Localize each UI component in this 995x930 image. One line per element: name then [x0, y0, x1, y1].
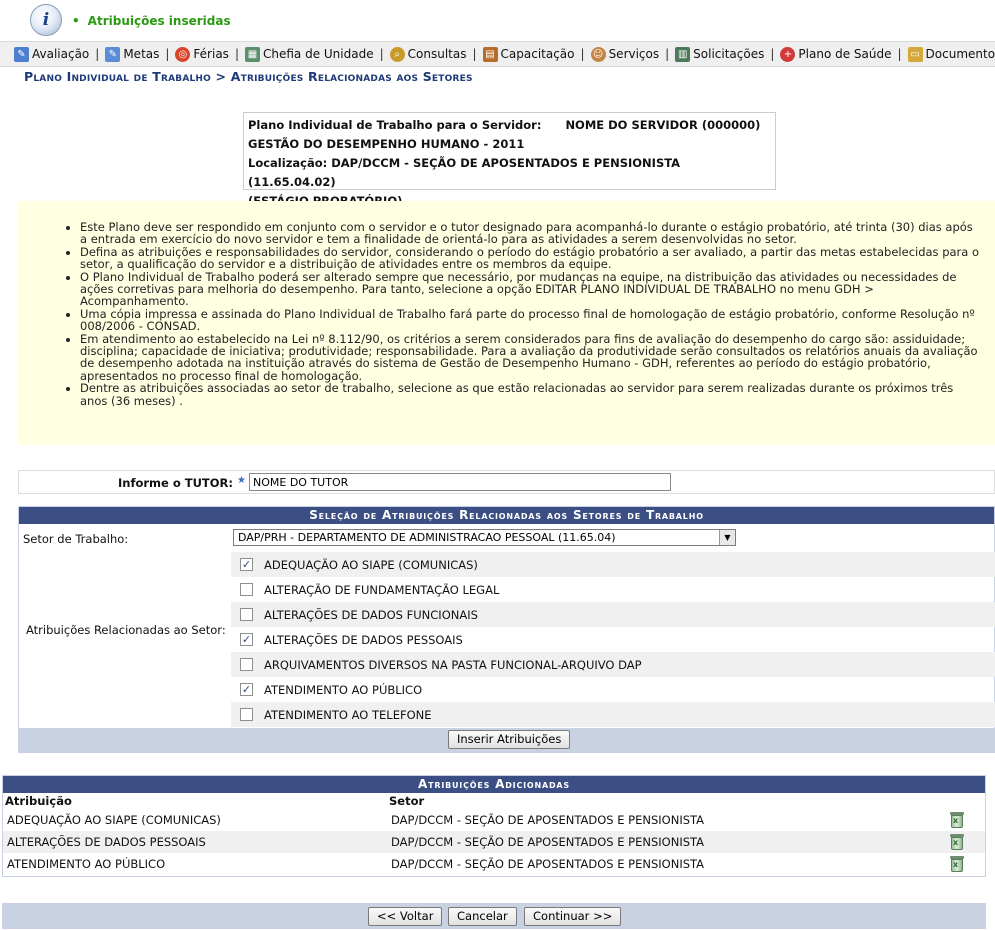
setor-label: Setor de Trabalho:: [23, 532, 129, 546]
setor-select[interactable]: DAP/PRH - DEPARTAMENTO DE ADMINISTRACAO …: [233, 529, 736, 546]
instruction-item: Em atendimento ao estabelecido na Lei nº…: [80, 333, 981, 383]
module-menu: ✎ Avaliação | ✎ Metas | ◎ Férias | ▦ Chefia de …: [0, 41, 995, 67]
menu-item-chefia[interactable]: ▦ Chefia de Unidade: [244, 46, 374, 62]
table-header: Atribuição Setor: [3, 793, 985, 809]
attribution-option[interactable]: ✓ ALTERAÇÕES DE DADOS PESSOAIS: [231, 627, 995, 652]
tutor-row: Informe o TUTOR: ★: [18, 470, 995, 494]
magnifier-icon: ⌕: [389, 46, 405, 62]
folder-icon: ▭: [907, 46, 923, 62]
book-icon: ▤: [482, 46, 498, 62]
server-line-2: GESTÃO DO DESEMPENHO HUMANO - 2011: [248, 137, 525, 151]
attribution-checkbox[interactable]: [240, 708, 253, 721]
attribution-checklist: ✓ ADEQUAÇÃO AO SIAPE (COMUNICAS) ALTERAÇÃ…: [231, 552, 995, 727]
lifebuoy-icon: ◎: [175, 46, 191, 62]
menu-item-metas[interactable]: ✎ Metas: [105, 46, 159, 62]
breadcrumb: Plano Individual de Trabalho > Atribuiçõ…: [24, 69, 473, 84]
menu-item-servicos[interactable]: ☺ Serviços: [590, 46, 659, 62]
menu-item-solicitacoes[interactable]: ▥ Solicitações: [675, 46, 764, 62]
instruction-item: Este Plano deve ser respondido em conjun…: [80, 221, 981, 246]
selection-footer: Inserir Atribuições: [19, 728, 994, 752]
server-line-1: Plano Individual de Trabalho para o Serv…: [248, 118, 761, 132]
instruction-item: O Plano Individual de Trabalho poderá se…: [80, 270, 981, 308]
success-message-text: Atribuições inseridas: [72, 14, 231, 28]
attributions-label: Atribuições Relacionadas ao Setor:: [26, 623, 226, 637]
org-chart-icon: ▦: [244, 46, 260, 62]
menu-item-ferias[interactable]: ◎ Férias: [175, 46, 229, 62]
column-header-attribution: Atribuição: [5, 794, 72, 808]
added-attributions-table: Atribuições Adicionadas Atribuição Setor…: [2, 775, 986, 877]
trash-icon[interactable]: x: [950, 834, 964, 850]
instruction-item: Dentre as atribuições associadas ao seto…: [80, 382, 981, 407]
attribution-option[interactable]: ✓ ADEQUAÇÃO AO SIAPE (COMUNICAS): [231, 552, 995, 577]
health-cross-icon: +: [780, 46, 796, 62]
server-location: Localização: DAP/DCCM - SEÇÃO DE APOSENT…: [248, 156, 681, 189]
trash-icon[interactable]: x: [950, 812, 964, 828]
added-caption: Atribuições Adicionadas: [3, 776, 985, 793]
attribution-option[interactable]: ATENDIMENTO AO TELEFONE: [231, 702, 995, 727]
attribution-checkbox[interactable]: ✓: [240, 633, 253, 646]
back-button[interactable]: << Voltar: [368, 907, 443, 926]
menu-item-capacitacao[interactable]: ▤ Capacitação: [482, 46, 575, 62]
person-icon: ☺: [590, 46, 606, 62]
attribution-option[interactable]: ALTERAÇÃO DE FUNDAMENTAÇÃO LEGAL: [231, 577, 995, 602]
tutor-input[interactable]: [249, 473, 671, 491]
instruction-item: Defina as atribuições e responsabilidade…: [80, 246, 981, 271]
menu-item-avaliacao[interactable]: ✎ Avaliação: [14, 46, 89, 62]
attribution-checkbox[interactable]: [240, 583, 253, 596]
table-row: ALTERAÇÕES DE DADOS PESSOAIS DAP/DCCM - …: [3, 831, 985, 853]
table-row: ADEQUAÇÃO AO SIAPE (COMUNICAS) DAP/DCCM …: [3, 809, 985, 831]
info-icon: i: [30, 4, 62, 36]
attribution-option[interactable]: ALTERAÇÕES DE DADOS FUNCIONAIS: [231, 602, 995, 627]
menu-item-consultas[interactable]: ⌕ Consultas: [389, 46, 466, 62]
instructions-box: Este Plano deve ser respondido em conjun…: [18, 201, 995, 445]
continue-button[interactable]: Continuar >>: [524, 907, 622, 926]
required-star-icon: ★: [237, 475, 246, 486]
server-info-box: Plano Individual de Trabalho para o Serv…: [243, 112, 776, 208]
attribution-checkbox[interactable]: ✓: [240, 683, 253, 696]
column-header-setor: Setor: [389, 794, 425, 808]
attribution-checkbox[interactable]: ✓: [240, 558, 253, 571]
success-message: i Atribuições inseridas: [30, 4, 430, 38]
attribution-option[interactable]: ✓ ATENDIMENTO AO PÚBLICO: [231, 677, 995, 702]
insert-attributions-button[interactable]: Inserir Atribuições: [448, 730, 571, 749]
trash-icon[interactable]: x: [950, 856, 964, 872]
evaluation-icon: ✎: [14, 46, 29, 62]
actions-bar: << Voltar Cancelar Continuar >>: [2, 903, 986, 929]
form-icon: ▥: [675, 46, 691, 62]
chevron-down-icon[interactable]: ▼: [719, 530, 735, 545]
menu-item-plano-saude[interactable]: + Plano de Saúde: [780, 46, 892, 62]
attribution-checkbox[interactable]: [240, 608, 253, 621]
attribution-option[interactable]: ARQUIVAMENTOS DIVERSOS NA PASTA FUNCIONA…: [231, 652, 995, 677]
attribution-selection-form: Seleção de Atribuições Relacionadas aos …: [18, 506, 995, 753]
tutor-label: Informe o TUTOR:: [118, 476, 233, 490]
goals-icon: ✎: [105, 46, 121, 62]
menu-item-documentos[interactable]: ▭ Documentos: [907, 46, 995, 62]
attribution-checkbox[interactable]: [240, 658, 253, 671]
table-row: ATENDIMENTO AO PÚBLICO DAP/DCCM - SEÇÃO …: [3, 853, 985, 875]
server-name: NOME DO SERVIDOR (000000): [565, 118, 761, 132]
instruction-item: Uma cópia impressa e assinada do Plano I…: [80, 308, 981, 333]
selection-caption: Seleção de Atribuições Relacionadas aos …: [19, 507, 994, 524]
cancel-button[interactable]: Cancelar: [448, 907, 517, 926]
